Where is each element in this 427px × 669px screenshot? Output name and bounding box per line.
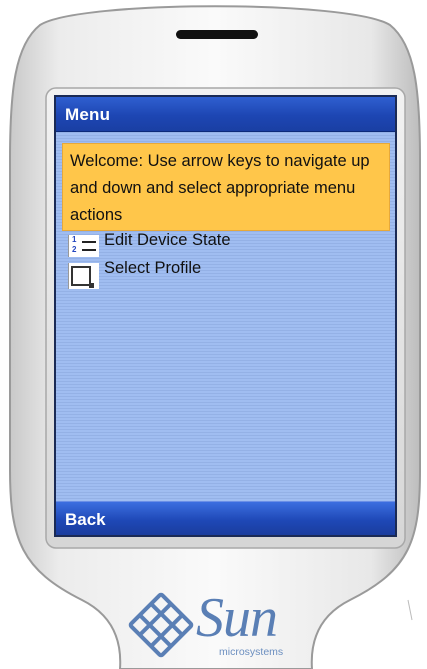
welcome-message: Welcome: Use arrow keys to navigate up a… [62,143,390,231]
page-title: Menu [65,105,111,124]
back-button[interactable]: Back [65,510,106,530]
numbered-list-icon: 12 [68,235,99,257]
sun-diamond-icon [128,592,194,658]
profile-page-icon [68,263,99,289]
soft-key-bar: Back [56,501,395,535]
speaker-slot [176,30,258,39]
menu-item-edit-device-state[interactable]: 12 Edit Device State [68,231,318,259]
device-screen: Menu Welcome: Use arrow keys to navigate… [56,97,395,535]
menu-item-label: Edit Device State [104,231,231,249]
logo-word: Sun [196,587,278,649]
logo-subtitle: microsystems [219,646,284,658]
title-bar: Menu [56,97,395,132]
phone-device: Menu Welcome: Use arrow keys to navigate… [0,0,427,669]
sun-logo: Sun microsystems [126,587,306,665]
menu-item-label: Select Profile [104,259,202,277]
menu-item-select-profile[interactable]: Select Profile [68,259,318,289]
